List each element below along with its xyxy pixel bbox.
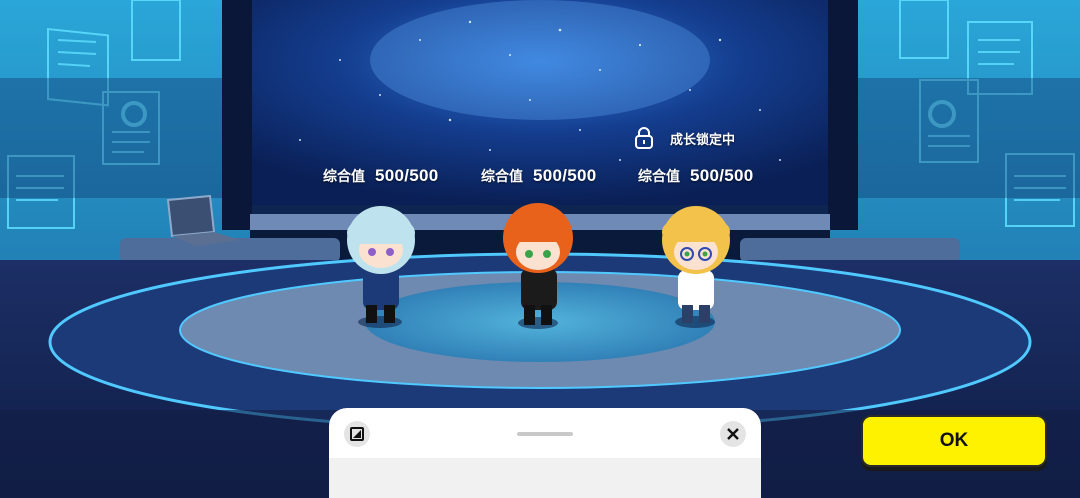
character-1-stat: 综合值 500/500 [323,166,439,190]
close-button[interactable] [720,421,746,447]
bottom-sheet [329,408,761,498]
expand-icon [350,427,364,441]
growth-lock-status: 成长锁定中 [634,126,735,150]
lock-status-text: 成长锁定中 [670,132,736,148]
sheet-content [329,458,761,498]
character-3-stat: 综合值 500/500 [638,166,754,190]
stat-label: 综合值 [323,169,365,185]
stat-value: 500/500 [533,166,597,185]
character-2-stat: 综合值 500/500 [481,166,597,190]
stat-label: 综合值 [638,169,680,185]
expand-button[interactable] [344,421,370,447]
stat-value: 500/500 [375,166,439,185]
drag-handle[interactable] [517,432,573,436]
ok-button[interactable]: OK [861,415,1047,467]
stat-label: 综合值 [481,169,523,185]
close-icon [727,428,739,440]
stat-value: 500/500 [690,166,754,185]
lock-icon [635,127,653,149]
